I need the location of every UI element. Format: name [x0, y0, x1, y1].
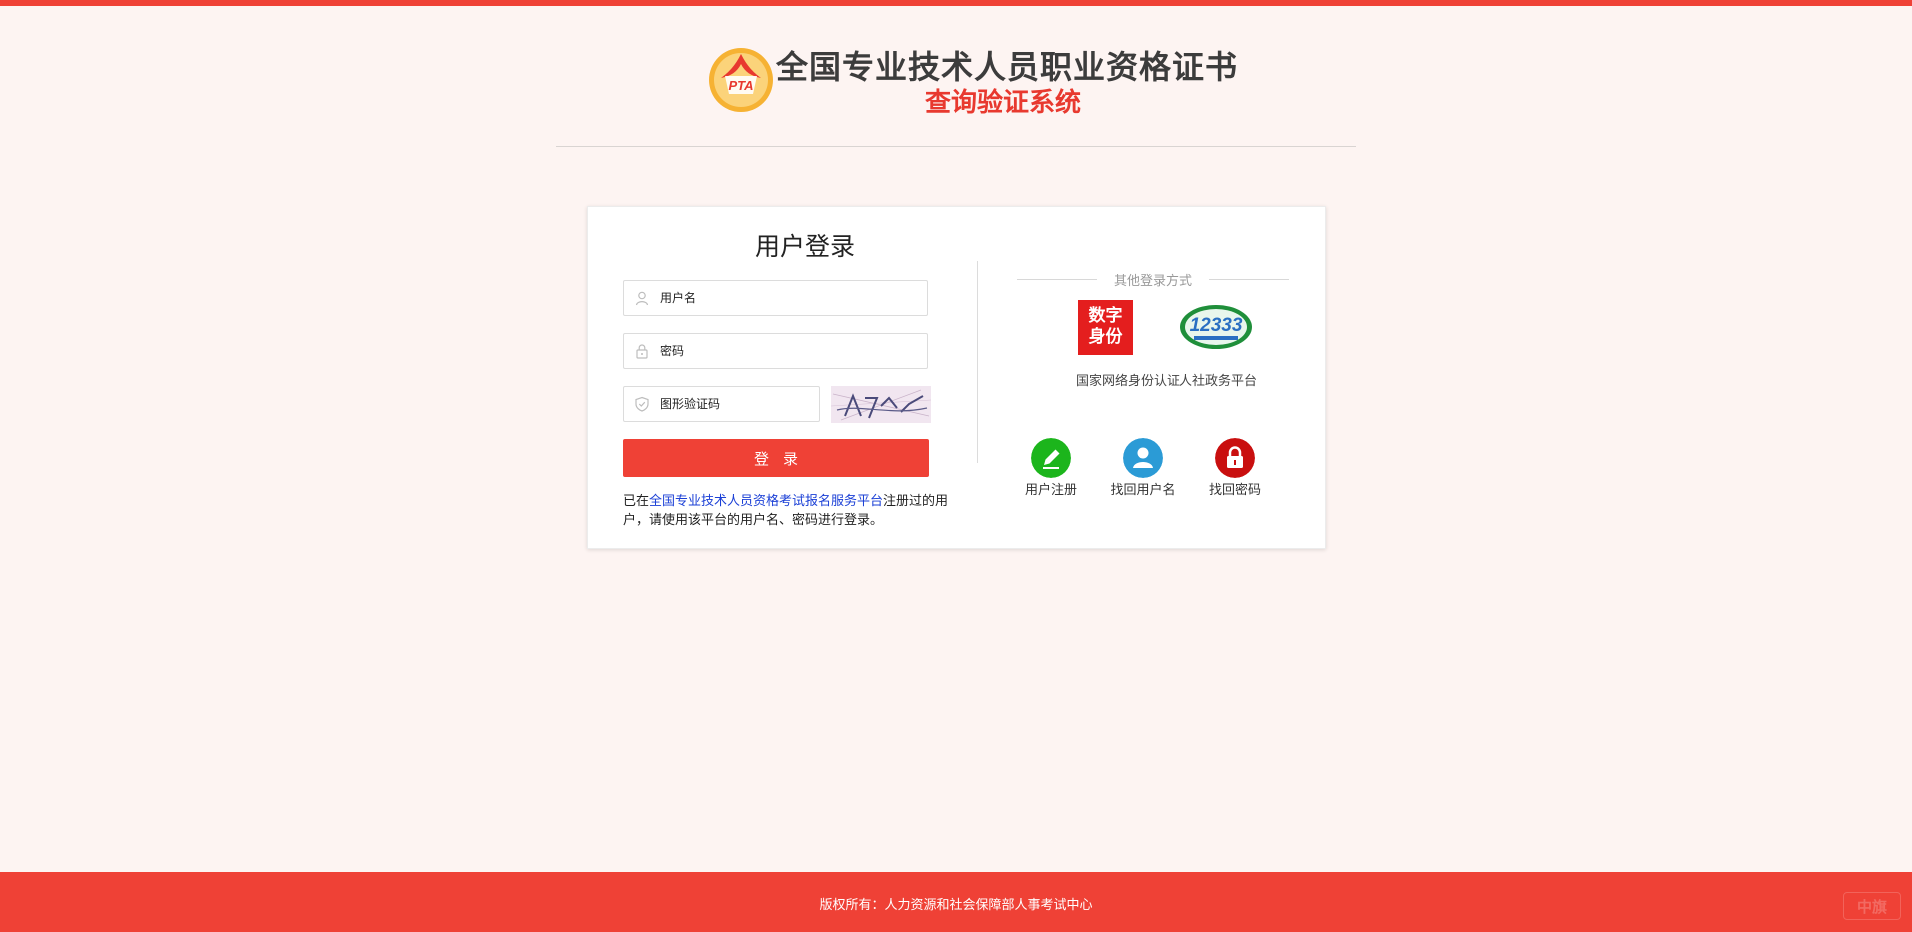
password-field [623, 333, 928, 369]
recover-password-link[interactable]: 找回密码 [1190, 438, 1280, 498]
username-input[interactable] [660, 281, 920, 315]
recover-username-link[interactable]: 找回用户名 [1098, 438, 1188, 498]
notice-prefix: 已在 [623, 494, 650, 509]
login-card: 用户登录 登录 已在全国专业技术人员资格考试 [587, 206, 1326, 549]
captcha-image[interactable] [831, 386, 931, 423]
captcha-field [623, 386, 820, 422]
register-link[interactable]: 用户注册 [1006, 438, 1096, 498]
header: PTA 全国专业技术人员职业资格证书 查询验证系统 [0, 42, 1912, 122]
other-login-heading: 其他登录方式 [1017, 270, 1289, 289]
registration-platform-link[interactable]: 全国专业技术人员资格考试报名服务平台 [649, 494, 883, 509]
provider-12333[interactable]: 人社政务平台 [1158, 300, 1278, 390]
top-accent-bar [0, 0, 1912, 6]
logo-text: PTA [728, 78, 753, 93]
recover-username-label[interactable]: 找回用户名 [1098, 479, 1188, 498]
footer: 版权所有：人力资源和社会保障部人事考试中心 中旗 [0, 872, 1912, 932]
pta-logo: PTA [709, 48, 773, 112]
password-input[interactable] [660, 334, 920, 368]
copyright-text: 版权所有：人力资源和社会保障部人事考试中心 [819, 898, 1093, 913]
recover-password-label[interactable]: 找回密码 [1190, 479, 1280, 498]
provider-label[interactable]: 人社政务平台 [1138, 370, 1298, 389]
shield-icon [635, 396, 649, 412]
header-divider [556, 146, 1356, 147]
login-button[interactable]: 登录 [623, 439, 929, 477]
captcha-input[interactable] [660, 387, 810, 421]
user-outline-icon [635, 291, 649, 306]
lock-outline-icon [636, 344, 648, 359]
heading-line-left [1017, 279, 1097, 280]
pencil-icon [1031, 438, 1071, 478]
register-label[interactable]: 用户注册 [1006, 479, 1096, 498]
username-field [623, 280, 928, 316]
vertical-divider [977, 261, 978, 463]
lock-icon [1215, 438, 1255, 478]
user-icon [1123, 438, 1163, 478]
login-notice: 已在全国专业技术人员资格考试报名服务平台注册过的用户，请使用该平台的用户名、密码… [623, 492, 963, 530]
heading-line-right [1209, 279, 1289, 280]
footer-badge: 中旗 [1843, 892, 1901, 920]
page-subtitle: 查询验证系统 [925, 88, 1082, 118]
login-title: 用户登录 [754, 232, 855, 261]
other-login-title: 其他登录方式 [1113, 274, 1192, 289]
